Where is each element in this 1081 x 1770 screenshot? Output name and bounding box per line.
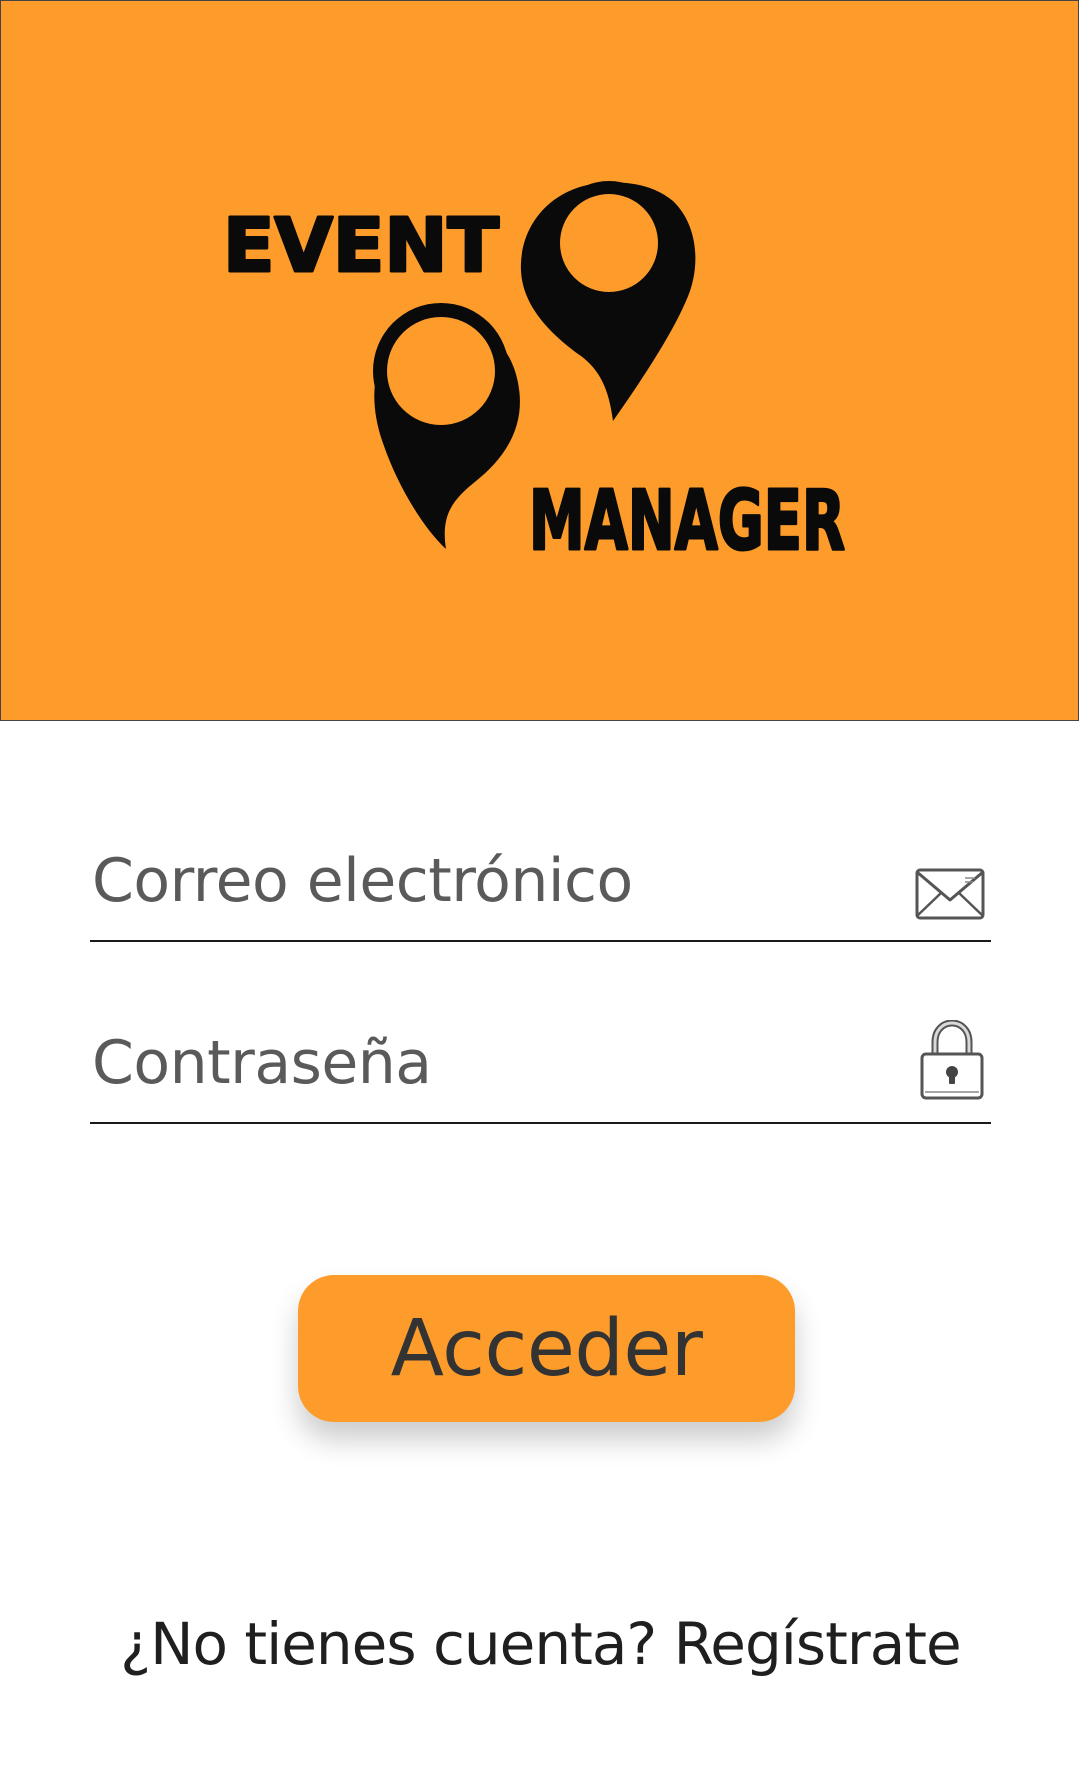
location-pin-icon (373, 303, 520, 549)
event-manager-logo: EVENT MANAGER (222, 181, 847, 571)
envelope-icon (915, 868, 985, 924)
logo-word-event: EVENT (223, 203, 500, 289)
login-button[interactable]: Acceder (298, 1275, 795, 1422)
header-banner: EVENT MANAGER (0, 0, 1079, 721)
register-link[interactable]: Regístrate (674, 1610, 962, 1678)
logo-word-manager: MANAGER (529, 474, 845, 569)
register-prompt: ¿No tienes cuenta? Regístrate (0, 1610, 1081, 1678)
login-button-label: Acceder (390, 1303, 703, 1394)
location-pin-icon (520, 181, 696, 421)
password-placeholder: Contraseña (92, 1028, 432, 1098)
email-field[interactable]: Correo electrónico (90, 840, 991, 942)
padlock-icon (919, 1019, 985, 1106)
password-field[interactable]: Contraseña (90, 1019, 991, 1124)
email-placeholder: Correo electrónico (92, 846, 633, 916)
register-question: ¿No tienes cuenta? (120, 1610, 657, 1678)
